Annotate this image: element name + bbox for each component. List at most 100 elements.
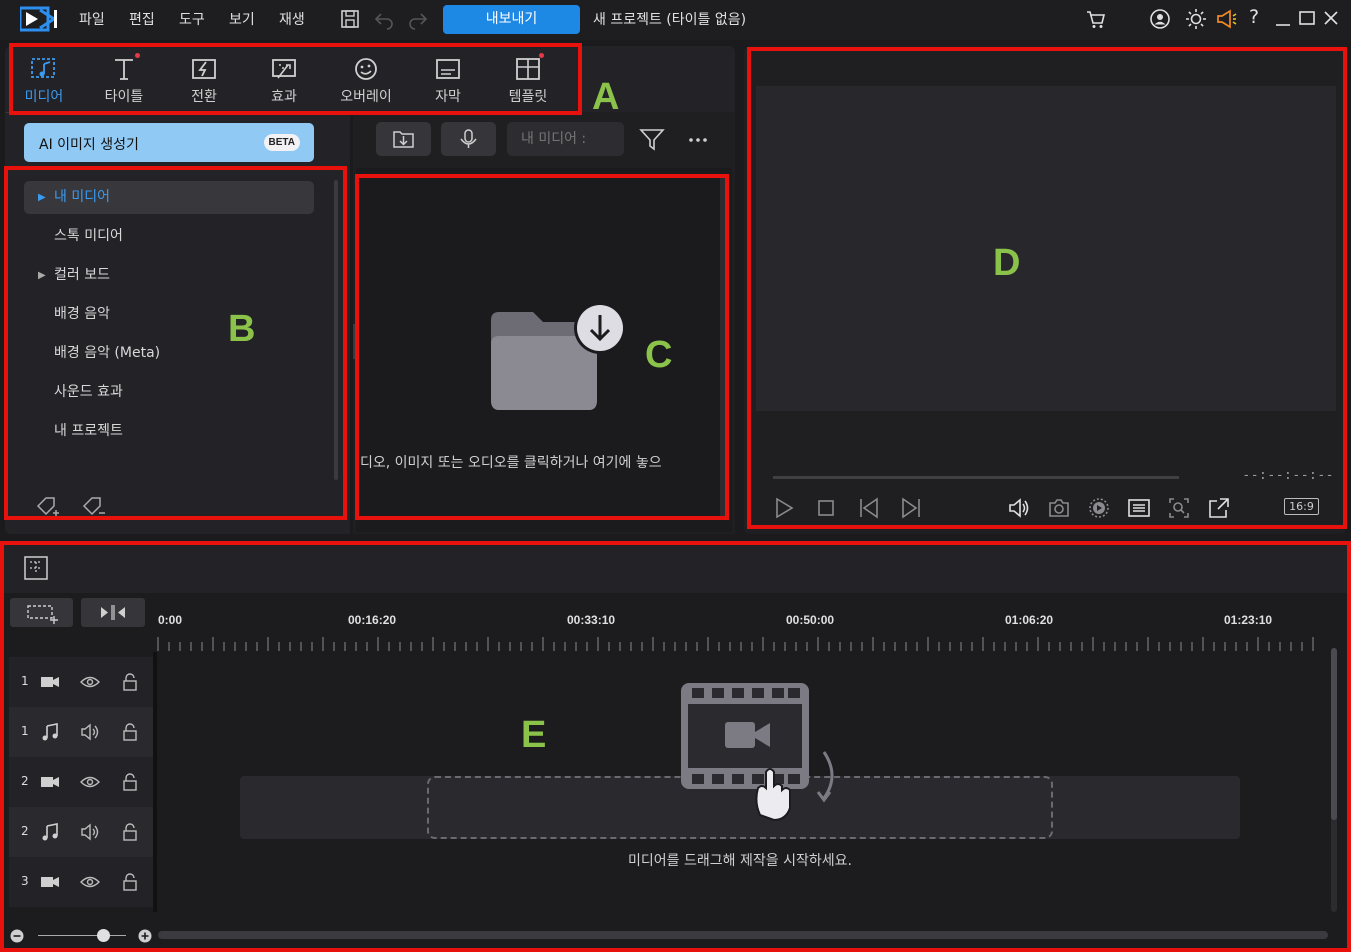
timeline-vscroll-thumb[interactable] (1331, 648, 1337, 820)
account-icon[interactable] (1149, 8, 1171, 30)
tab-overlay-label: 오버레이 (340, 89, 392, 105)
subtitle-icon (436, 59, 460, 79)
tab-template-label: 템플릿 (508, 89, 548, 105)
filter-icon[interactable] (638, 127, 666, 153)
library-item-my-projects[interactable]: 내 프로젝트 (24, 415, 314, 448)
track-header-audio-2: 2 (9, 807, 153, 857)
add-track-button[interactable] (10, 598, 73, 627)
undo-icon[interactable] (373, 8, 395, 30)
region-label-d: D (993, 242, 1021, 284)
tab-effect[interactable]: 효과 (249, 56, 319, 106)
preview-seek-bar[interactable] (773, 476, 1179, 479)
snapshot-camera-icon[interactable] (1047, 496, 1071, 520)
tab-transition[interactable]: 전환 (169, 56, 239, 106)
lock-icon[interactable] (119, 771, 141, 793)
close-icon[interactable] (1320, 8, 1342, 30)
redo-icon[interactable] (407, 8, 429, 30)
notification-megaphone-icon[interactable] (1215, 8, 1237, 30)
zoom-preview-icon[interactable] (1167, 496, 1191, 520)
fit-timeline-button[interactable] (81, 598, 145, 627)
lock-icon[interactable] (119, 821, 141, 843)
library-item-background-music-meta[interactable]: 배경 음악 (Meta) (24, 337, 314, 370)
tab-subtitle-label: 자막 (435, 89, 461, 105)
region-label-b: B (228, 308, 256, 350)
cart-icon[interactable] (1085, 8, 1107, 30)
ruler-label: 00:16:20 (348, 613, 397, 627)
menu-playback[interactable]: 재생 (279, 9, 305, 29)
library-item-label: 스톡 미디어 (54, 228, 123, 244)
aspect-ratio-button[interactable]: 16:9 (1284, 498, 1319, 515)
zoom-out-icon[interactable] (9, 928, 25, 944)
speaker-icon[interactable] (79, 821, 101, 843)
next-frame-icon[interactable] (898, 496, 922, 520)
media-scrollbar[interactable] (720, 176, 725, 520)
library-scrollbar[interactable] (334, 180, 338, 480)
zoom-in-icon[interactable] (137, 928, 153, 944)
eye-icon[interactable] (79, 671, 101, 693)
zoom-slider[interactable] (38, 935, 126, 936)
menu-file[interactable]: 파일 (79, 9, 105, 29)
timeline-hscroll[interactable] (158, 931, 1328, 939)
ai-image-generator-label: AI 이미지 생성기 (39, 137, 139, 153)
library-item-color-board[interactable]: ▶ 컬러 보드 (24, 259, 314, 292)
title-icon (115, 59, 133, 80)
undock-preview-icon[interactable] (1207, 496, 1231, 520)
menu-tools[interactable]: 도구 (179, 9, 205, 29)
track-header-video-1: 1 (9, 657, 153, 707)
library-item-sound-effects[interactable]: 사운드 효과 (24, 376, 314, 409)
volume-icon[interactable] (1007, 496, 1031, 520)
ai-image-generator-button[interactable]: AI 이미지 생성기 BETA (24, 123, 314, 162)
region-label-a: A (592, 76, 620, 118)
timeline-ruler-ticks[interactable] (157, 635, 1327, 651)
record-voice-button[interactable] (441, 122, 496, 156)
microphone-icon (460, 129, 477, 148)
import-media-button[interactable] (376, 122, 431, 156)
tab-template[interactable]: 템플릿 (493, 56, 563, 106)
minimize-icon[interactable] (1272, 8, 1294, 30)
speaker-icon[interactable] (79, 721, 101, 743)
library-item-label: 배경 음악 (Meta) (54, 345, 161, 361)
chapters-list-icon[interactable] (1127, 496, 1151, 520)
media-search-input[interactable] (507, 122, 624, 156)
music-note-icon (42, 723, 58, 741)
stop-icon[interactable] (814, 496, 838, 520)
library-item-my-media[interactable]: ▶ 내 미디어 (24, 181, 314, 214)
zoom-slider-handle[interactable] (97, 929, 110, 942)
tab-subtitle[interactable]: 자막 (413, 56, 483, 106)
settings-icon[interactable] (1185, 8, 1207, 30)
add-tag-icon[interactable] (34, 494, 64, 518)
export-button[interactable]: 내보내기 (443, 5, 580, 34)
media-empty-hint: 디오, 이미지 또는 오디오를 클릭하거나 여기에 놓으 (360, 455, 662, 471)
tab-title-label: 타이틀 (104, 89, 144, 105)
track-number: 1 (21, 724, 29, 738)
music-note-icon (42, 823, 58, 841)
track-number: 1 (21, 674, 29, 688)
more-options-icon[interactable] (684, 130, 712, 150)
play-icon[interactable] (772, 496, 796, 520)
maximize-icon[interactable] (1296, 8, 1318, 30)
previous-frame-icon[interactable] (858, 496, 882, 520)
menu-view[interactable]: 보기 (229, 9, 255, 29)
lock-icon[interactable] (119, 671, 141, 693)
track-header-audio-1: 1 (9, 707, 153, 757)
timeline-vscroll-track[interactable] (1331, 648, 1337, 912)
folder-download-icon (491, 302, 626, 410)
help-icon[interactable]: ? (1249, 6, 1271, 28)
eye-icon[interactable] (79, 771, 101, 793)
remove-tag-icon[interactable] (80, 494, 110, 518)
render-preview-icon[interactable] (1087, 496, 1111, 520)
menu-edit[interactable]: 편집 (129, 9, 155, 29)
library-item-label: 컬러 보드 (54, 267, 110, 283)
library-item-stock-media[interactable]: 스톡 미디어 (24, 220, 314, 253)
tab-overlay[interactable]: 오버레이 (331, 56, 401, 106)
video-camera-icon (41, 777, 59, 787)
eye-icon[interactable] (79, 871, 101, 893)
save-icon[interactable] (339, 8, 361, 30)
tab-title[interactable]: 타이틀 (89, 56, 159, 106)
lock-icon[interactable] (119, 721, 141, 743)
library-item-background-music[interactable]: 배경 음악 (24, 298, 314, 331)
app-logo-icon (20, 6, 57, 32)
tab-media[interactable]: 미디어 (9, 56, 79, 106)
timeline-settings-icon[interactable] (22, 554, 50, 582)
lock-icon[interactable] (119, 871, 141, 893)
